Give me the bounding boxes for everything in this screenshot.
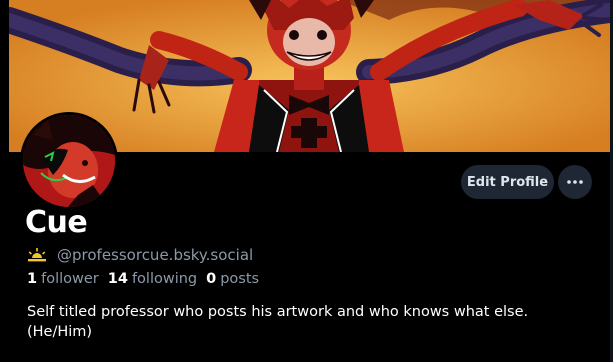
more-options-button[interactable] <box>558 165 592 199</box>
followers-link[interactable]: 1 follower <box>27 271 99 287</box>
handle-row: @professorcue.bsky.social <box>27 244 253 266</box>
posts-count: 0 <box>206 271 217 287</box>
posts-label: posts <box>220 271 260 287</box>
followers-count: 1 <box>27 271 38 287</box>
profile-stats: 1 follower 14 following 0 posts <box>27 271 268 291</box>
ellipsis-icon <box>567 180 583 184</box>
profile-handle[interactable]: @professorcue.bsky.social <box>57 246 253 264</box>
edit-profile-button[interactable]: Edit Profile <box>461 165 554 199</box>
left-rail <box>0 0 9 362</box>
profile-bio: Self titled professor who posts his artw… <box>27 302 587 342</box>
bio-pronouns: (He/Him) <box>27 324 93 340</box>
bio-line: Self titled professor who posts his artw… <box>27 304 529 320</box>
profile-page: Edit Profile Cue @professorcue.bsky.soci… <box>0 0 613 362</box>
following-count: 14 <box>107 271 128 287</box>
followers-label: follower <box>41 271 99 287</box>
display-name: Cue <box>25 205 88 240</box>
following-label: following <box>131 271 198 287</box>
profile-avatar[interactable] <box>20 112 118 210</box>
following-link[interactable]: 14 following <box>108 271 197 287</box>
avatar-image <box>23 115 115 207</box>
posts-stat: 0 posts <box>206 271 259 287</box>
sun-horizon-icon <box>28 248 46 262</box>
